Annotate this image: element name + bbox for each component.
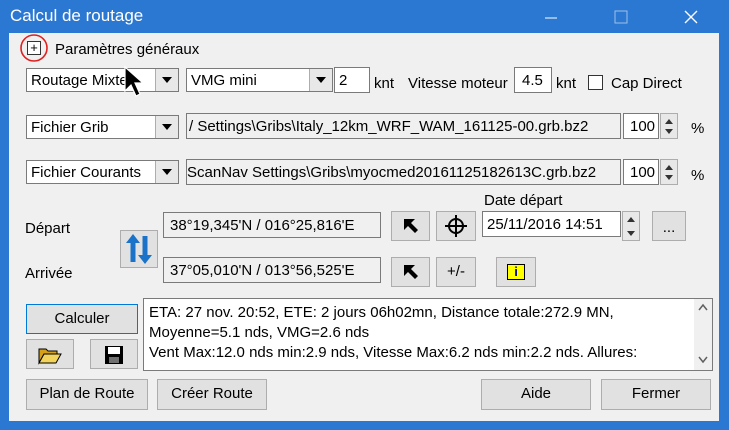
window-frame-right [719,33,729,430]
arrow-up-left-icon [403,265,418,279]
mouse-cursor-icon [124,65,145,97]
folder-open-icon [38,348,62,365]
chevron-down-icon[interactable] [309,69,332,91]
vmg-select[interactable]: VMG mini [186,68,333,92]
vmg-speed-input[interactable]: 2 [334,67,370,93]
scroll-arrows-icon [698,303,708,364]
departure-label: Départ [25,220,71,237]
motor-speed-unit: knt [556,75,577,92]
crosshair-icon [445,215,467,237]
date-more-button[interactable]: ... [652,211,686,241]
arrival-label: Arrivée [25,265,73,282]
results-line: Vent Max:12.0 nds min:2.9 nds, Vitesse M… [149,344,638,361]
maximize-icon[interactable] [598,0,644,33]
results-line: ETA: 27 nov. 20:52, ETE: 2 jours 06h02mn… [149,304,614,321]
chevron-down-icon[interactable] [155,69,178,91]
vmg-value: VMG mini [191,72,257,89]
cap-direct-checkbox[interactable] [588,75,603,90]
window-frame-bottom [0,421,729,430]
window-title: Calcul de routage [10,6,144,25]
routing-mode-select[interactable]: Routage Mixte [26,68,179,92]
spin-up-icon[interactable] [627,217,635,222]
spin-down-icon[interactable] [665,175,673,180]
crosshair-button[interactable] [436,211,476,241]
info-button[interactable]: i [496,257,536,287]
swap-arrows-icon [126,234,152,264]
spin-up-icon[interactable] [665,119,673,124]
cap-direct-label: Cap Direct [611,75,682,92]
vmg-speed-unit: knt [374,75,395,92]
spin-down-icon[interactable] [627,231,635,236]
grib-type-select[interactable]: Fichier Grib [26,115,179,139]
spin-up-icon[interactable] [665,165,673,170]
grib-percent-input[interactable]: 100 [623,113,659,139]
pick-arrival-button[interactable] [391,257,430,287]
grib-percent-spinner[interactable] [660,113,678,139]
currents-type-select[interactable]: Fichier Courants [26,160,179,184]
grib-path-field[interactable]: / Settings\Gribs\Italy_12km_WRF_WAM_1611… [186,113,621,139]
currents-percent-unit: % [691,167,705,184]
close-icon[interactable] [668,0,714,33]
floppy-disk-icon [105,346,123,364]
results-text-area[interactable]: ETA: 27 nov. 20:52, ETE: 2 jours 06h02mn… [143,298,713,371]
title-bar: Calcul de routage [0,0,729,33]
minimize-icon[interactable] [528,0,574,33]
departure-date-input[interactable]: 25/11/2016 14:51 [482,211,621,237]
dialog-body: + Paramètres généraux Routage Mixte VMG … [9,33,719,421]
calculate-button[interactable]: Calculer [26,304,138,334]
departure-position-field[interactable]: 38°19,345'N / 016°25,816'E [163,212,381,238]
grib-percent-unit: % [691,120,705,137]
currents-path-field[interactable]: ScanNav Settings\Gribs\myocmed2016112518… [186,159,621,185]
currents-percent-spinner[interactable] [660,159,678,185]
swap-departure-arrival-button[interactable] [120,230,158,268]
open-file-button[interactable] [26,339,74,369]
arrival-position-field[interactable]: 37°05,010'N / 013°56,525'E [163,257,381,283]
window-frame-left [0,33,9,430]
plus-minus-button[interactable]: +/- [436,257,476,287]
create-route-button[interactable]: Créer Route [157,379,267,410]
grib-type-value: Fichier Grib [31,119,109,136]
motor-speed-label: Vitesse moteur [408,75,508,92]
results-scrollbar[interactable] [694,299,712,370]
currents-type-value: Fichier Courants [31,164,142,181]
chevron-down-icon[interactable] [155,161,178,183]
currents-percent-input[interactable]: 100 [623,159,659,185]
results-line: Moyenne=5.1 nds, VMG=2.6 nds [149,324,370,341]
save-file-button[interactable] [90,339,138,369]
route-plan-button[interactable]: Plan de Route [26,379,148,410]
help-button[interactable]: Aide [481,379,591,410]
routing-mode-value: Routage Mixte [31,72,128,89]
arrow-up-left-icon [403,219,418,233]
close-button[interactable]: Fermer [601,379,711,410]
spin-down-icon[interactable] [665,129,673,134]
departure-date-spinner[interactable] [622,211,640,241]
departure-date-label: Date départ [484,192,563,209]
chevron-down-icon[interactable] [155,116,178,138]
highlight-circle-icon [20,34,48,62]
motor-speed-input[interactable]: 4.5 [514,67,552,93]
info-icon: i [507,264,525,280]
general-settings-label: Paramètres généraux [55,41,200,58]
pick-departure-button[interactable] [391,211,430,241]
